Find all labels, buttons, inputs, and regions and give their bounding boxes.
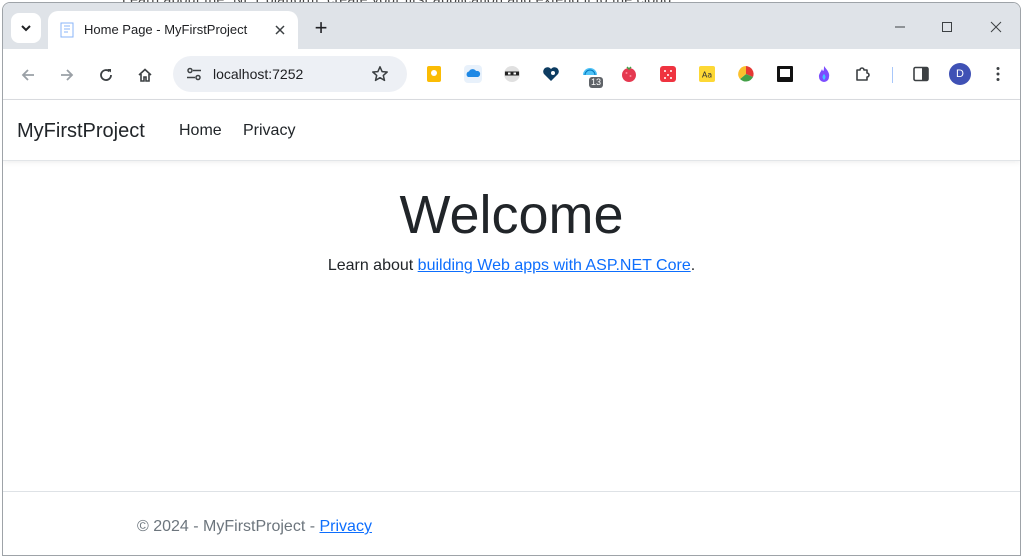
extension-ninja-button[interactable] (502, 64, 522, 84)
side-panel-icon (913, 66, 929, 82)
keep-notes-icon (427, 66, 441, 82)
color-wheel-icon (738, 66, 754, 82)
flame-icon (818, 66, 830, 82)
extension-flame-button[interactable] (814, 64, 834, 84)
raspberry-icon (622, 66, 636, 82)
address-bar[interactable]: localhost:7252 (173, 56, 407, 92)
site-info-button[interactable] (183, 64, 205, 84)
footer-copyright: © 2024 - MyFirstProject - Privacy (137, 518, 372, 536)
page-heading: Welcome (399, 185, 624, 245)
dictionary-icon: Aa (699, 66, 715, 82)
browser-toolbar: localhost:7252 13 Aa D (3, 49, 1020, 100)
footer-text: © 2024 - MyFirstProject - (137, 518, 320, 535)
heart-icon (543, 67, 559, 81)
bookmark-button[interactable] (369, 63, 391, 85)
tab-title: Home Page - MyFirstProject (84, 22, 248, 37)
browser-menu-button[interactable] (988, 64, 1008, 84)
extension-heart-button[interactable] (541, 64, 561, 84)
extension-raspberry-button[interactable] (619, 64, 639, 84)
cloud-icon (464, 65, 482, 83)
svg-text:Aa: Aa (702, 71, 712, 80)
site-navbar: MyFirstProject Home Privacy (3, 100, 1020, 161)
extension-keep-button[interactable] (424, 64, 444, 84)
extension-screen-button[interactable] (775, 64, 795, 84)
nav-home-link[interactable]: Home (179, 122, 222, 140)
minimize-icon (895, 26, 905, 28)
side-panel-button[interactable] (911, 64, 931, 84)
ninja-icon (504, 66, 520, 82)
plus-icon: + (314, 15, 328, 40)
screen-icon (777, 66, 793, 82)
page-favicon-icon (60, 22, 74, 38)
site-footer: © 2024 - MyFirstProject - Privacy (3, 491, 1020, 555)
nav-privacy-link[interactable]: Privacy (243, 122, 295, 140)
lead-prefix: Learn about (327, 257, 418, 274)
home-button[interactable] (131, 61, 159, 89)
active-tab[interactable]: Home Page - MyFirstProject (48, 11, 298, 49)
maximize-button[interactable] (924, 12, 970, 42)
extension-badge: 13 (589, 77, 604, 88)
extension-strawberry-button[interactable] (658, 64, 678, 84)
tab-search-button[interactable] (11, 13, 41, 43)
arrow-left-icon (21, 69, 34, 81)
strawberry-icon (660, 66, 676, 82)
star-icon (372, 66, 388, 82)
footer-privacy-link[interactable]: Privacy (320, 518, 372, 535)
lead-suffix: . (690, 257, 696, 274)
profile-avatar[interactable]: D (949, 63, 971, 85)
extension-dictionary-button[interactable]: Aa (697, 64, 717, 84)
close-icon (275, 25, 285, 35)
more-vert-icon (996, 67, 1000, 81)
reload-button[interactable] (92, 61, 120, 89)
close-window-button[interactable] (973, 12, 1019, 42)
puzzle-icon (856, 67, 870, 81)
extension-onedrive-button[interactable] (463, 64, 483, 84)
back-button[interactable] (14, 61, 42, 89)
maximize-icon (942, 22, 952, 32)
reload-icon (100, 69, 112, 81)
web-page: MyFirstProject Home Privacy Welcome Lear… (3, 100, 1020, 555)
url-text[interactable]: localhost:7252 (213, 66, 303, 82)
extension-color-button[interactable] (736, 64, 756, 84)
chevron-down-icon (21, 25, 31, 32)
minimize-button[interactable] (877, 12, 923, 42)
tune-icon (187, 67, 201, 81)
browser-window: Home Page - MyFirstProject + localhost:7… (2, 2, 1021, 556)
home-icon (138, 68, 152, 82)
extensions-menu-button[interactable] (853, 64, 873, 84)
toolbar-separator (892, 67, 893, 83)
site-brand-link[interactable]: MyFirstProject (17, 120, 145, 143)
arrow-right-icon (61, 69, 74, 81)
lead-paragraph: Learn about building Web apps with ASP.N… (3, 257, 1020, 275)
tab-close-button[interactable] (270, 20, 290, 40)
aspnet-docs-link[interactable]: building Web apps with ASP.NET Core (418, 257, 691, 274)
tab-strip: Home Page - MyFirstProject + (3, 3, 1020, 49)
new-tab-button[interactable]: + (308, 15, 334, 41)
close-icon (990, 21, 1002, 33)
forward-button[interactable] (53, 61, 81, 89)
